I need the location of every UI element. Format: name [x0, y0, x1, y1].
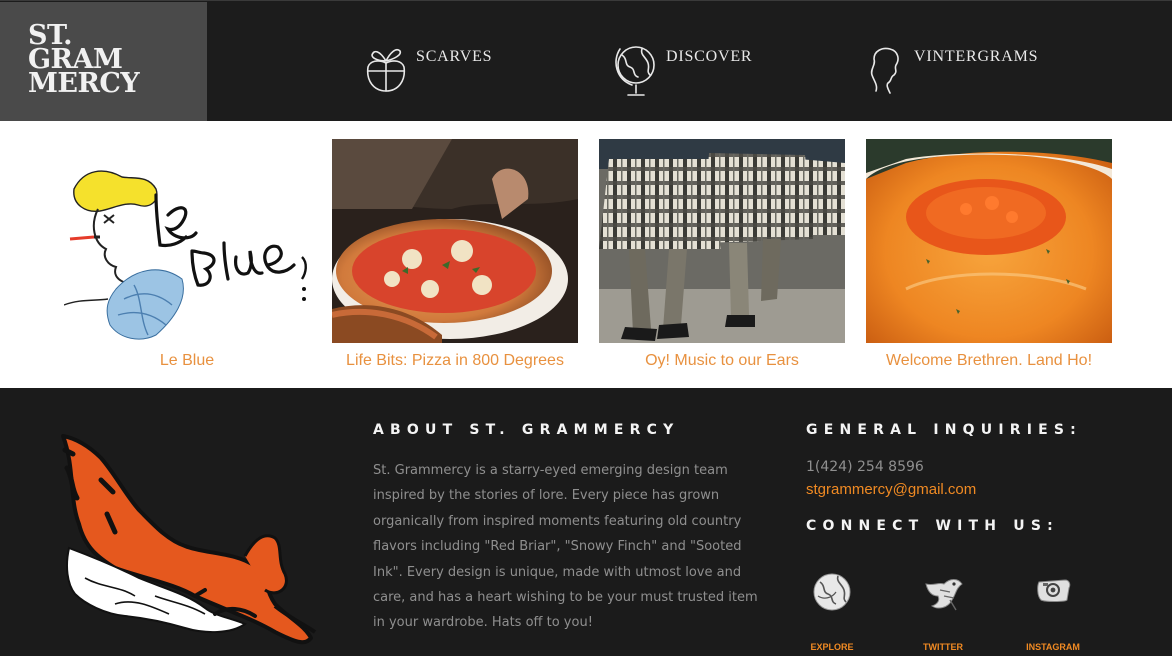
- featured-caption-le-blue[interactable]: Le Blue: [64, 352, 310, 370]
- featured-caption-soup[interactable]: Welcome Brethren. Land Ho!: [846, 352, 1132, 370]
- logo-line-3: MERCY: [28, 68, 140, 99]
- social-instagram-link[interactable]: INSTAGRAM: [1023, 570, 1083, 652]
- kilts-dancers-photo: [599, 139, 845, 343]
- social-twitter-label: TWITTER: [923, 642, 963, 652]
- globe-icon: [615, 46, 655, 96]
- featured-caption-pizza[interactable]: Life Bits: Pizza in 800 Degrees: [312, 352, 598, 370]
- featured-card-pizza[interactable]: Life Bits: Pizza in 800 Degrees: [332, 139, 578, 369]
- logo-text: ST. GRAM MERCY: [28, 22, 140, 99]
- camera-sketch-icon: [1037, 579, 1071, 602]
- featured-card-soup[interactable]: Welcome Brethren. Land Ho!: [866, 139, 1112, 369]
- nav-item-vintergrams[interactable]: VINTERGRAMS: [866, 41, 1038, 101]
- inquiries-heading: GENERAL INQUIRIES:: [806, 422, 1082, 438]
- social-instagram-label: INSTAGRAM: [1026, 642, 1080, 652]
- nav-label-scarves: SCARVES: [416, 48, 493, 65]
- featured-caption-kilts[interactable]: Oy! Music to our Ears: [579, 352, 865, 370]
- site-logo[interactable]: ST. GRAM MERCY: [0, 2, 207, 122]
- orange-soup-photo: [866, 139, 1112, 343]
- nav-item-discover[interactable]: DISCOVER: [612, 41, 752, 101]
- email-link[interactable]: stgrammercy@gmail.com: [806, 481, 1146, 498]
- connect-heading: CONNECT WITH US:: [806, 518, 1059, 534]
- bird-sketch-icon: [925, 579, 963, 611]
- site-header: ST. GRAM MERCY SCARVES DISCOVER VINTERGR…: [0, 0, 1172, 122]
- nav-label-discover: DISCOVER: [666, 48, 753, 65]
- inquiries-section: GENERAL INQUIRIES: 1(424) 254 8596 stgra…: [806, 422, 1146, 534]
- site-footer: ABOUT ST. GRAMMERCY St. Grammercy is a s…: [0, 388, 1172, 656]
- featured-card-kilts[interactable]: Oy! Music to our Ears: [599, 139, 845, 369]
- gift-apple-icon: [366, 48, 406, 92]
- globe-sketch-icon: [813, 573, 851, 611]
- about-section: ABOUT ST. GRAMMERCY St. Grammercy is a s…: [373, 422, 761, 636]
- silhouette-head-icon: [870, 47, 899, 94]
- social-twitter-link[interactable]: TWITTER: [913, 570, 973, 652]
- fox-illustration: [55, 428, 325, 656]
- featured-strip: Le Blue Life Bits: Pizza in 800 Degrees …: [0, 121, 1172, 388]
- nav-label-vintergrams: VINTERGRAMS: [914, 48, 1039, 65]
- social-explore-label: EXPLORE: [810, 642, 854, 652]
- about-heading: ABOUT ST. GRAMMERCY: [373, 422, 680, 438]
- pizza-photo: [332, 139, 578, 343]
- social-explore-link[interactable]: EXPLORE: [802, 570, 862, 652]
- featured-card-le-blue[interactable]: Le Blue: [64, 139, 310, 369]
- phone-number: 1(424) 254 8596: [806, 459, 924, 475]
- about-body: St. Grammercy is a starry-eyed emerging …: [373, 463, 758, 631]
- le-blue-illustration: [64, 139, 310, 343]
- nav-item-scarves[interactable]: SCARVES: [362, 41, 492, 101]
